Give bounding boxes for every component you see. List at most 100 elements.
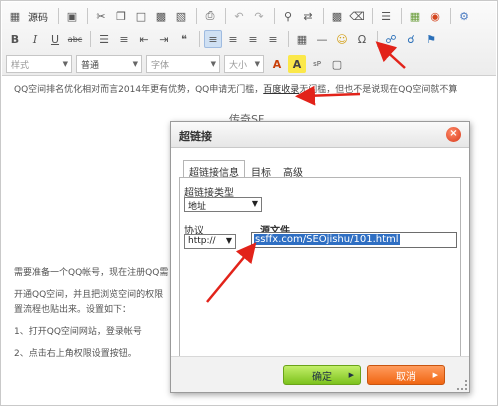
flash-icon[interactable]: ◉ bbox=[426, 7, 444, 25]
play-arrow-icon: ▶ bbox=[348, 371, 354, 379]
paste-icon[interactable]: □ bbox=[132, 7, 150, 25]
toolbar-row-3: 样式 ▼ 普通 ▼ 字体 ▼ 大小 ▼ A A sP ▢ bbox=[6, 53, 492, 75]
divider bbox=[450, 8, 451, 24]
smiley-icon[interactable]: ☺ bbox=[333, 30, 351, 48]
special-char-icon[interactable]: Ω bbox=[353, 30, 371, 48]
bold-icon[interactable]: B bbox=[6, 30, 24, 48]
strikethrough-icon[interactable]: abc bbox=[66, 30, 84, 48]
cut-icon[interactable]: ✂ bbox=[92, 7, 110, 25]
protocol-select[interactable]: http:// ▼ bbox=[184, 234, 236, 249]
list-item: 1、打开QQ空间网站，登录帐号 bbox=[14, 325, 168, 340]
toolbar-row-1: ▦ 源码 ▣ ✂ ❐ □ ▩ ▧ ⎙ ↶ ↷ ⚲ ⇄ ▩ ⌫ ☰ ▦ ◉ ⚙ bbox=[6, 5, 492, 27]
close-icon[interactable]: × bbox=[446, 127, 461, 142]
copy-icon[interactable]: ❐ bbox=[112, 7, 130, 25]
tab-link-info[interactable]: 超链接信息 bbox=[183, 160, 245, 179]
cancel-button[interactable]: 取消 ▶ bbox=[367, 365, 445, 385]
list-item-prefix: 1、打开 bbox=[14, 327, 47, 337]
dialog-tabs: 超链接信息 目标 高级 bbox=[183, 160, 309, 179]
resize-grip-icon[interactable] bbox=[457, 380, 467, 390]
style-select[interactable]: 样式 ▼ bbox=[6, 55, 72, 73]
ok-button[interactable]: 确定 ▶ bbox=[283, 365, 361, 385]
divider bbox=[199, 31, 200, 47]
tab-panel: 超链接类型 地址▼ 协议 源文件 http://▼ bbox=[179, 177, 461, 357]
ordered-list-icon[interactable]: ☰ bbox=[95, 30, 113, 48]
indent-icon[interactable]: ⇥ bbox=[155, 30, 173, 48]
image-icon[interactable]: ▦ bbox=[406, 7, 424, 25]
editor-body-text: 需要准备一个QQ帐号，现在注册QQ需 开通QQ空间，并且把浏览空间的权限 置流程… bbox=[14, 266, 168, 362]
text-color-icon[interactable]: A bbox=[268, 55, 286, 73]
underline-icon[interactable]: U bbox=[46, 30, 64, 48]
dialog-footer: 确定 ▶ 取消 ▶ bbox=[171, 356, 469, 392]
paste-text-icon[interactable]: ▩ bbox=[152, 7, 170, 25]
protocol-value: http:// bbox=[188, 236, 216, 246]
divider bbox=[225, 8, 226, 24]
chevron-down-icon: ▼ bbox=[254, 60, 260, 68]
size-select-value: 大小 bbox=[229, 60, 248, 71]
paste-special-icon[interactable]: sP bbox=[308, 55, 326, 73]
divider bbox=[196, 8, 197, 24]
dialog-title-text: 超链接 bbox=[179, 130, 212, 143]
blockquote-icon[interactable]: ❝ bbox=[175, 30, 193, 48]
source-button-label[interactable]: 源码 bbox=[28, 9, 48, 24]
undo-icon[interactable]: ↶ bbox=[230, 7, 248, 25]
divider bbox=[274, 8, 275, 24]
settings-icon[interactable]: ⚙ bbox=[455, 7, 473, 25]
source-icon[interactable]: ▦ bbox=[6, 7, 24, 25]
link-type-value: 地址 bbox=[188, 202, 207, 212]
paragraph-2: 需要准备一个QQ帐号，现在注册QQ需 bbox=[14, 268, 169, 278]
italic-icon[interactable]: I bbox=[26, 30, 44, 48]
play-arrow-icon: ▶ bbox=[432, 371, 438, 379]
outdent-icon[interactable]: ⇤ bbox=[135, 30, 153, 48]
cancel-button-label: 取消 bbox=[396, 371, 416, 383]
url-input[interactable]: ssffx.com/SEOjishu/101.html bbox=[251, 232, 457, 248]
template-icon[interactable]: ☰ bbox=[377, 7, 395, 25]
paragraph-1-prefix: QQ空间排名优化相对而言2014年更有优势，QQ申请无门槛， bbox=[14, 85, 264, 95]
unordered-list-icon[interactable]: ≡ bbox=[115, 30, 133, 48]
align-left-icon[interactable]: ≡ bbox=[204, 30, 222, 48]
divider bbox=[372, 8, 373, 24]
format-select-value: 普通 bbox=[81, 60, 100, 71]
dialog-title: 超链接 × bbox=[171, 122, 469, 148]
find-icon[interactable]: ⚲ bbox=[279, 7, 297, 25]
tab-target[interactable]: 目标 bbox=[245, 160, 277, 179]
list-item-suffix: ，登录帐号 bbox=[96, 327, 142, 337]
baidu-link[interactable]: 百度收录 bbox=[263, 85, 299, 95]
table-icon[interactable]: ▦ bbox=[293, 30, 311, 48]
divider bbox=[87, 8, 88, 24]
background-color-icon[interactable]: A bbox=[288, 55, 306, 73]
unlink-icon[interactable]: ☌ bbox=[402, 30, 420, 48]
link-type-select[interactable]: 地址 ▼ bbox=[184, 197, 262, 212]
select-all-icon[interactable]: ▩ bbox=[328, 7, 346, 25]
tab-advanced[interactable]: 高级 bbox=[277, 160, 309, 179]
list-item: 2、点击右上角权限设置按钮。 bbox=[14, 349, 137, 359]
divider bbox=[58, 8, 59, 24]
remove-format-icon[interactable]: ⌫ bbox=[348, 7, 366, 25]
paragraph-4: 置流程也贴出来。设置如下： bbox=[14, 305, 132, 315]
chevron-down-icon: ▼ bbox=[132, 60, 138, 68]
save-icon[interactable]: ▣ bbox=[63, 7, 81, 25]
align-right-icon[interactable]: ≡ bbox=[244, 30, 262, 48]
divider bbox=[377, 31, 378, 47]
link-icon[interactable]: ☍ bbox=[382, 30, 400, 48]
replace-icon[interactable]: ⇄ bbox=[299, 7, 317, 25]
paste-word-icon[interactable]: ▧ bbox=[172, 7, 190, 25]
divider bbox=[401, 8, 402, 24]
toolbar-row-2: B I U abc ☰ ≡ ⇤ ⇥ ❝ ≡ ≡ ≡ ≡ ▦ — ☺ Ω ☍ ☌ … bbox=[6, 28, 492, 50]
redo-icon[interactable]: ↷ bbox=[250, 7, 268, 25]
size-select[interactable]: 大小 ▼ bbox=[224, 55, 264, 73]
horizontal-rule-icon[interactable]: — bbox=[313, 30, 331, 48]
divider bbox=[288, 31, 289, 47]
align-center-icon[interactable]: ≡ bbox=[224, 30, 242, 48]
paragraph-1-suffix: 无门槛，但也不是说现在QQ空间就不算 bbox=[299, 85, 458, 95]
format-select[interactable]: 普通 ▼ bbox=[76, 55, 142, 73]
ok-button-label: 确定 bbox=[312, 371, 332, 383]
align-justify-icon[interactable]: ≡ bbox=[264, 30, 282, 48]
maximize-icon[interactable]: ▢ bbox=[328, 55, 346, 73]
font-select-value: 字体 bbox=[151, 60, 170, 71]
print-icon[interactable]: ⎙ bbox=[201, 7, 219, 25]
chevron-down-icon: ▼ bbox=[225, 236, 232, 245]
anchor-flag-icon[interactable]: ⚑ bbox=[422, 30, 440, 48]
chevron-down-icon: ▼ bbox=[62, 60, 68, 68]
qzone-link[interactable]: QQ空间网站 bbox=[47, 327, 97, 337]
font-select[interactable]: 字体 ▼ bbox=[146, 55, 220, 73]
